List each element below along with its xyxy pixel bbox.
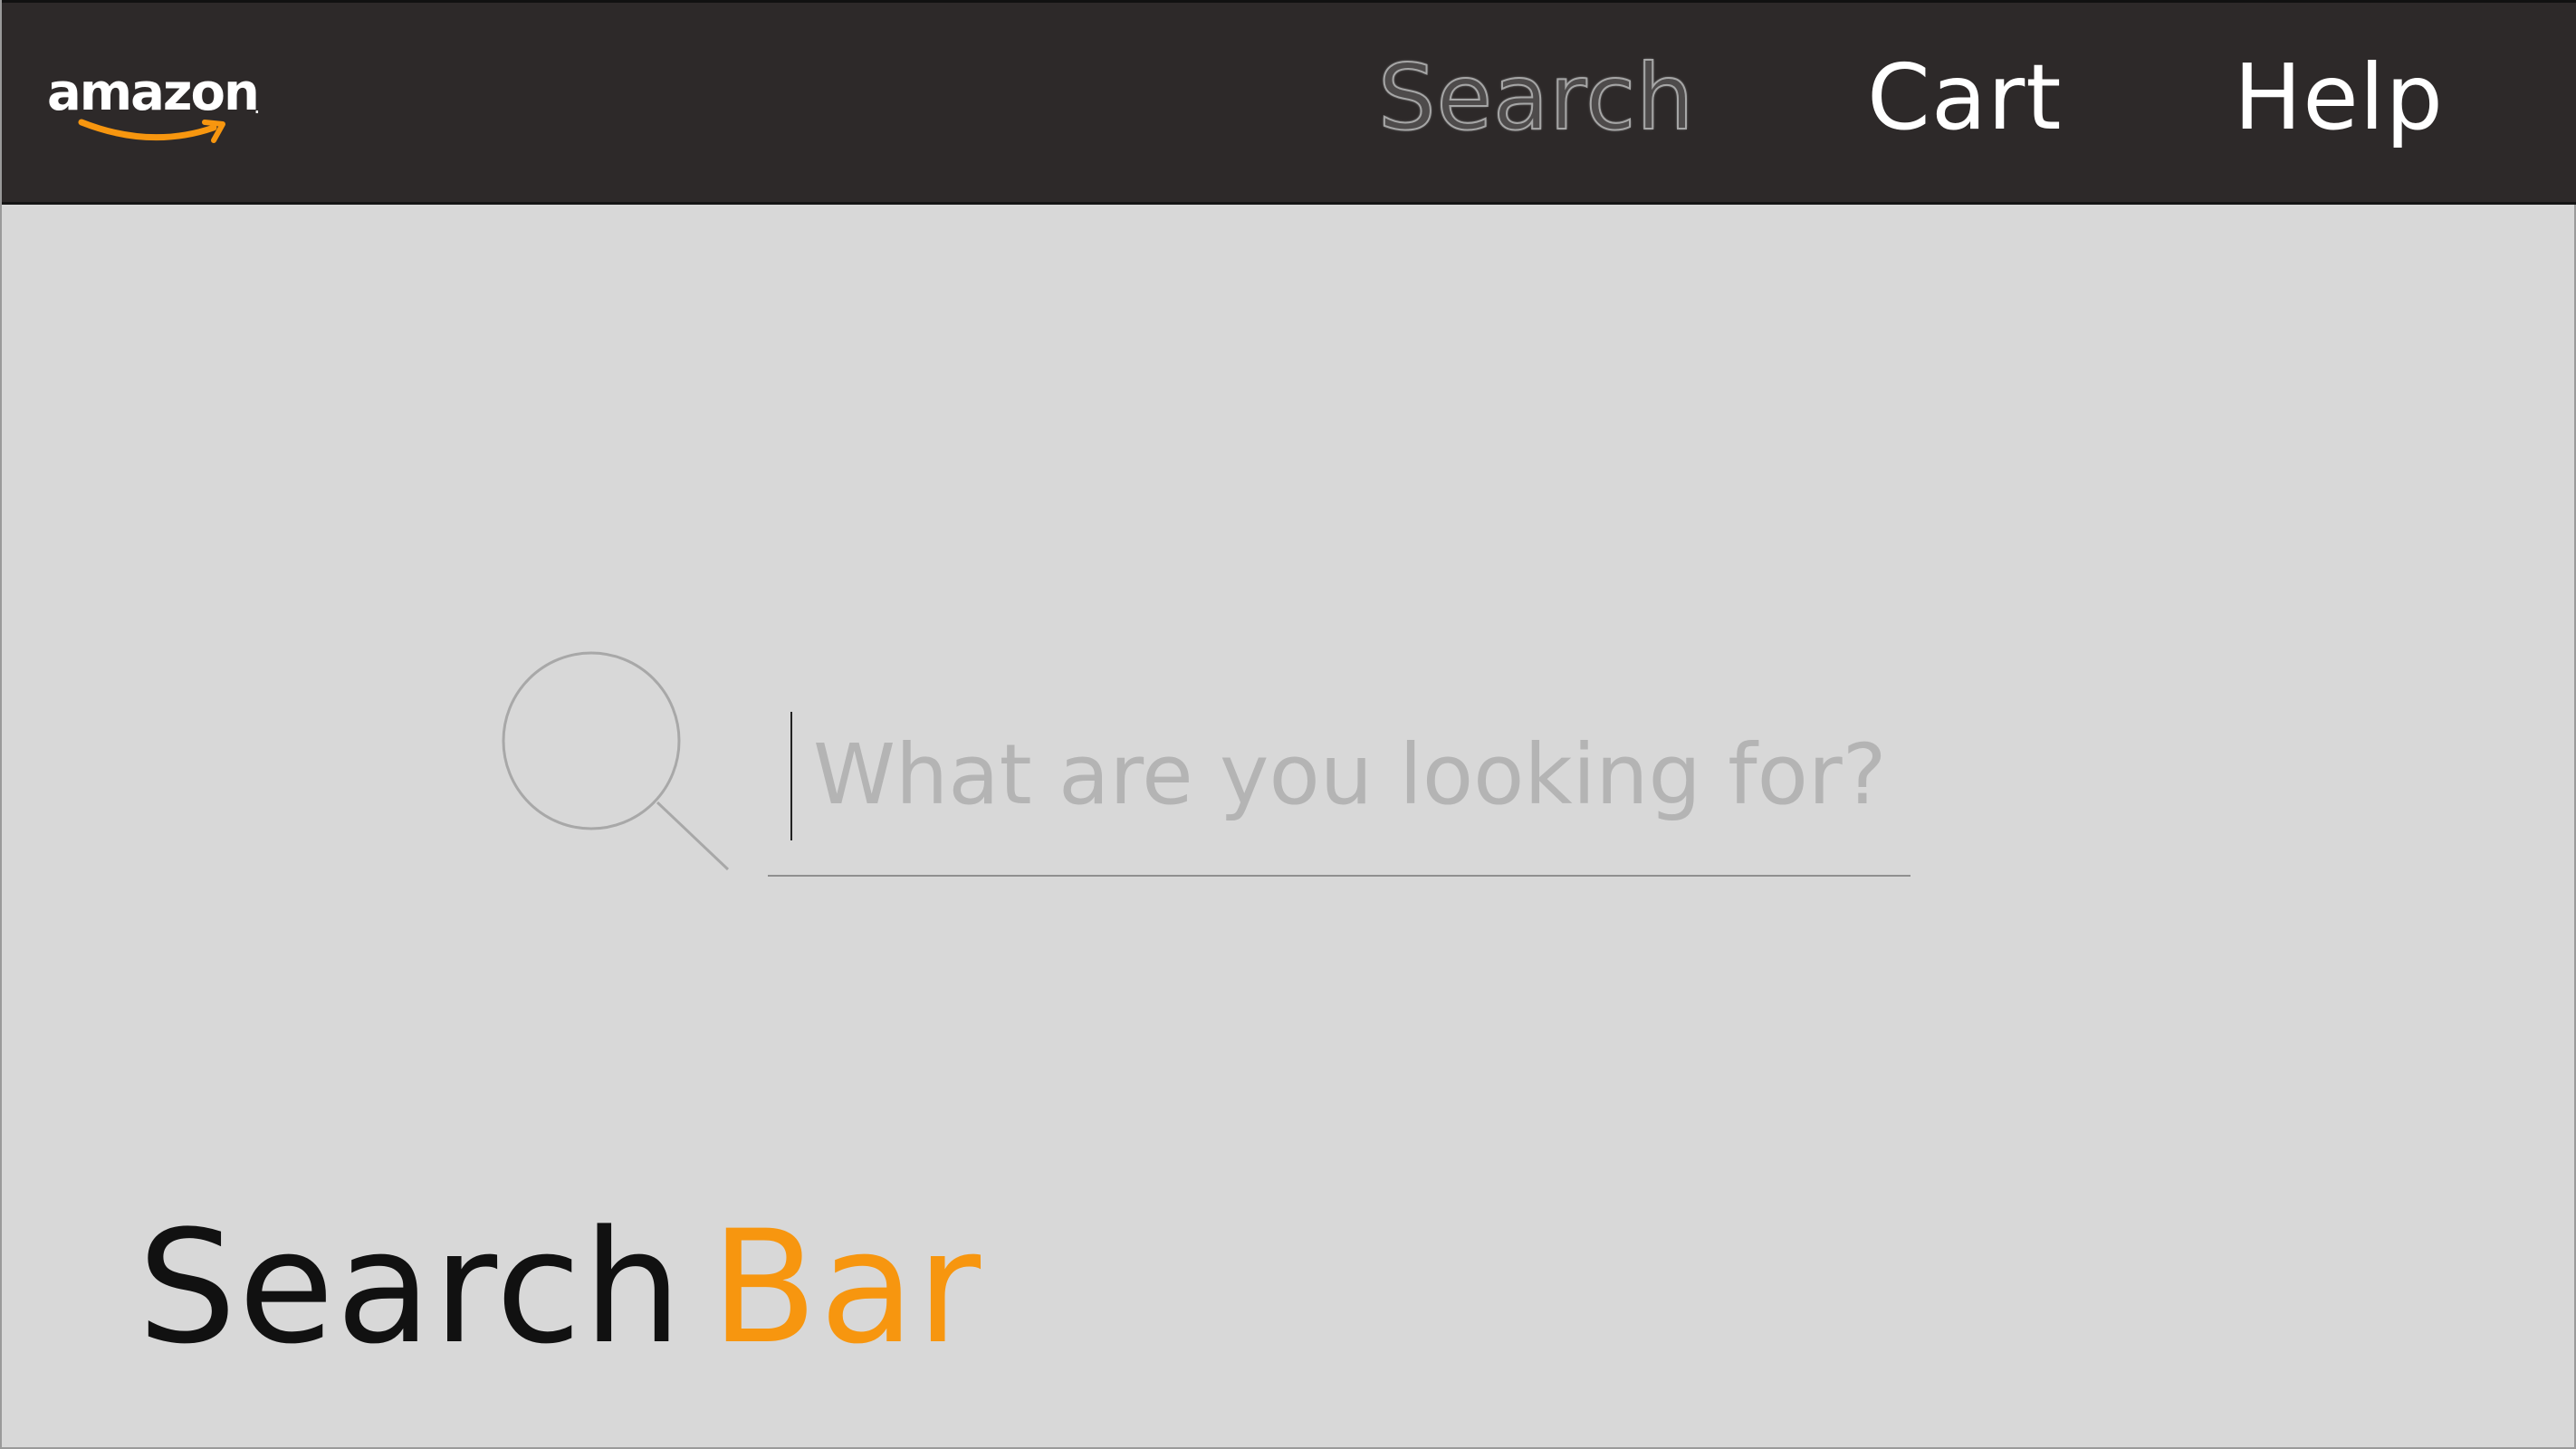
title-search-word: Search	[138, 1196, 684, 1378]
nav-help[interactable]: Help	[2234, 39, 2444, 157]
amazon-logo[interactable]: amazon .	[47, 57, 273, 148]
search-underline	[768, 875, 1910, 877]
search-input[interactable]	[813, 706, 1900, 842]
logo-dot: .	[254, 93, 261, 119]
text-caret	[790, 712, 792, 840]
page: amazon . Search Cart Help SearchBar	[0, 0, 2576, 1449]
logo-smile-icon	[78, 119, 225, 143]
title-bar-word: Bar	[710, 1196, 983, 1378]
top-navigation-bar: amazon . Search Cart Help	[2, 0, 2576, 205]
search-icon[interactable]	[498, 648, 733, 880]
search-field[interactable]	[768, 697, 1910, 878]
page-title: Search Bar	[138, 1197, 982, 1378]
nav-search[interactable]: Search	[1377, 39, 1695, 157]
nav-cart[interactable]: Cart	[1867, 39, 2062, 157]
